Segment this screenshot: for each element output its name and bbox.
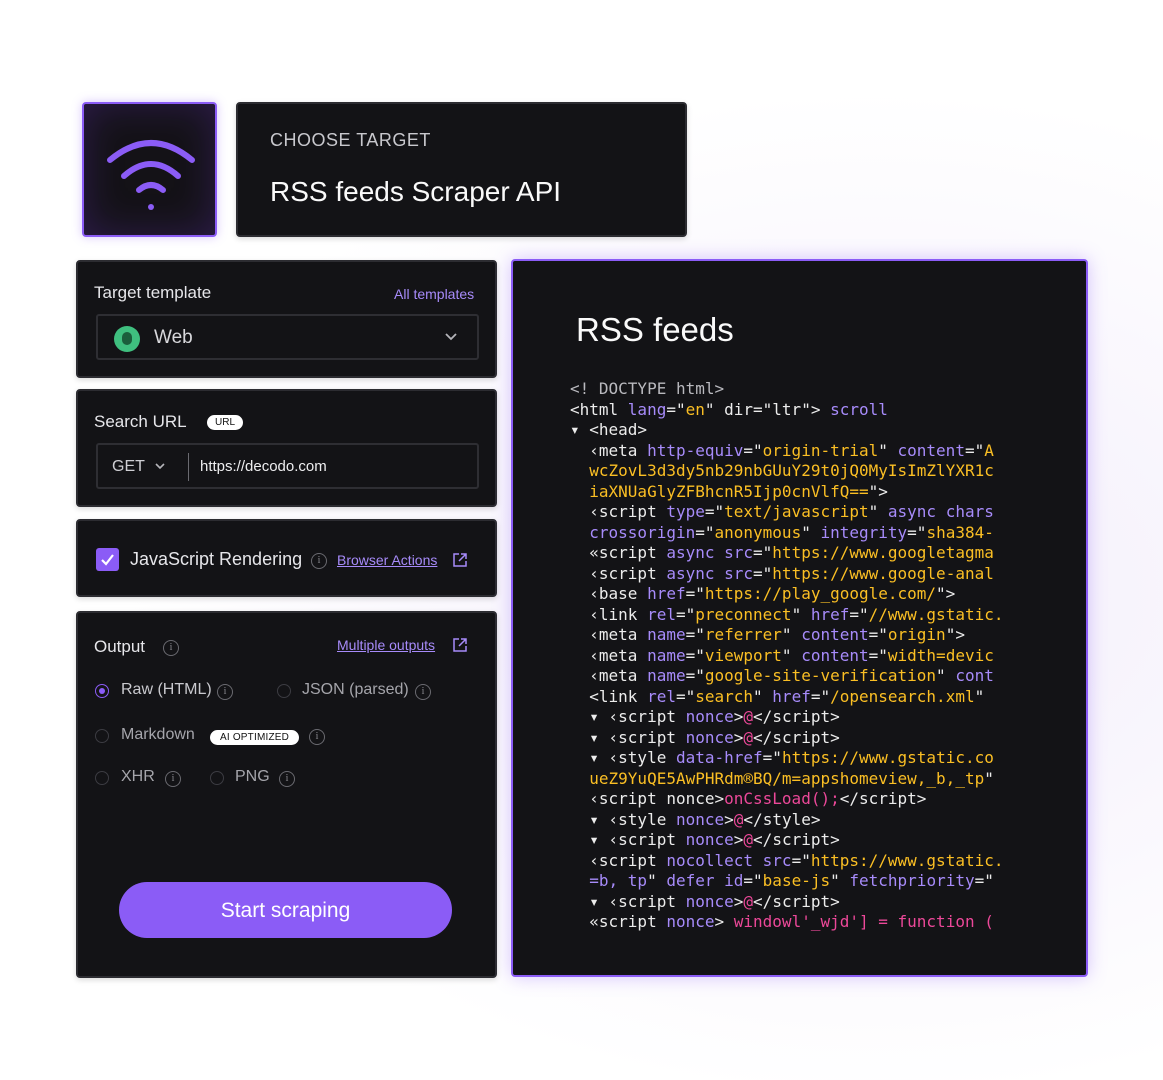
url-input-group: GET https://decodo.com <box>96 443 479 489</box>
check-icon <box>101 554 114 566</box>
info-icon[interactable]: i <box>163 640 179 656</box>
info-icon[interactable]: i <box>165 771 181 787</box>
js-rendering-checkbox[interactable] <box>96 548 119 571</box>
template-selected-value: Web <box>154 327 193 348</box>
option-png-label: PNG <box>235 768 270 785</box>
header-card: CHOOSE TARGET RSS feeds Scraper API <box>236 102 687 237</box>
js-rendering-label: JavaScript Rendering <box>130 549 303 569</box>
option-markdown-label: Markdown <box>121 726 195 743</box>
template-select[interactable]: Web <box>96 314 479 360</box>
url-badge: URL <box>207 415 244 430</box>
url-input[interactable]: https://decodo.com <box>200 458 327 475</box>
choose-target-label: CHOOSE TARGET <box>270 130 431 150</box>
option-xhr-label: XHR <box>121 768 155 785</box>
code-panel-title: RSS feeds <box>576 311 734 348</box>
radio-raw-html[interactable] <box>95 684 109 698</box>
radio-xhr[interactable] <box>95 771 109 785</box>
target-template-card: Target template All templates Web <box>76 260 497 378</box>
divider <box>188 453 189 481</box>
radio-markdown[interactable] <box>95 729 109 743</box>
option-json-label: JSON (parsed) <box>302 681 409 698</box>
info-icon[interactable]: i <box>415 684 431 700</box>
wifi-tile <box>82 102 217 237</box>
html-source-code: <! DOCTYPE html> <html lang="en" dir="lt… <box>570 379 1004 931</box>
code-preview-panel: RSS feeds <! DOCTYPE html> <html lang="e… <box>511 259 1088 977</box>
info-icon[interactable]: i <box>217 684 233 700</box>
target-template-label: Target template <box>94 283 212 302</box>
start-scraping-button[interactable]: Start scraping <box>119 882 452 938</box>
option-raw-html-label: Raw (HTML) <box>121 681 212 698</box>
js-rendering-card: JavaScript Rendering i Browser Actions <box>76 519 497 597</box>
output-card: Output i Multiple outputs Raw (HTML) i J… <box>76 611 497 978</box>
ai-optimized-badge: AI OPTIMIZED <box>210 730 300 745</box>
search-url-label: Search URL <box>94 412 187 431</box>
chevron-down-icon <box>155 463 165 470</box>
all-templates-link[interactable]: All templates <box>394 286 474 302</box>
info-icon[interactable]: i <box>309 729 325 745</box>
page-title: RSS feeds Scraper API <box>270 176 562 207</box>
external-link-icon[interactable] <box>452 637 468 653</box>
output-label: Output <box>94 637 146 656</box>
chevron-down-icon <box>445 333 457 341</box>
info-icon[interactable]: i <box>311 553 327 569</box>
http-method-select[interactable]: GET <box>112 458 145 476</box>
bug-icon <box>114 326 140 352</box>
info-icon[interactable]: i <box>279 771 295 787</box>
browser-actions-link[interactable]: Browser Actions <box>337 552 437 568</box>
search-url-card: Search URL URL GET https://decodo.com <box>76 389 497 507</box>
radio-json-parsed[interactable] <box>277 684 291 698</box>
wifi-icon <box>107 140 195 210</box>
radio-png[interactable] <box>210 771 224 785</box>
multiple-outputs-link[interactable]: Multiple outputs <box>337 637 435 653</box>
external-link-icon[interactable] <box>452 552 468 568</box>
